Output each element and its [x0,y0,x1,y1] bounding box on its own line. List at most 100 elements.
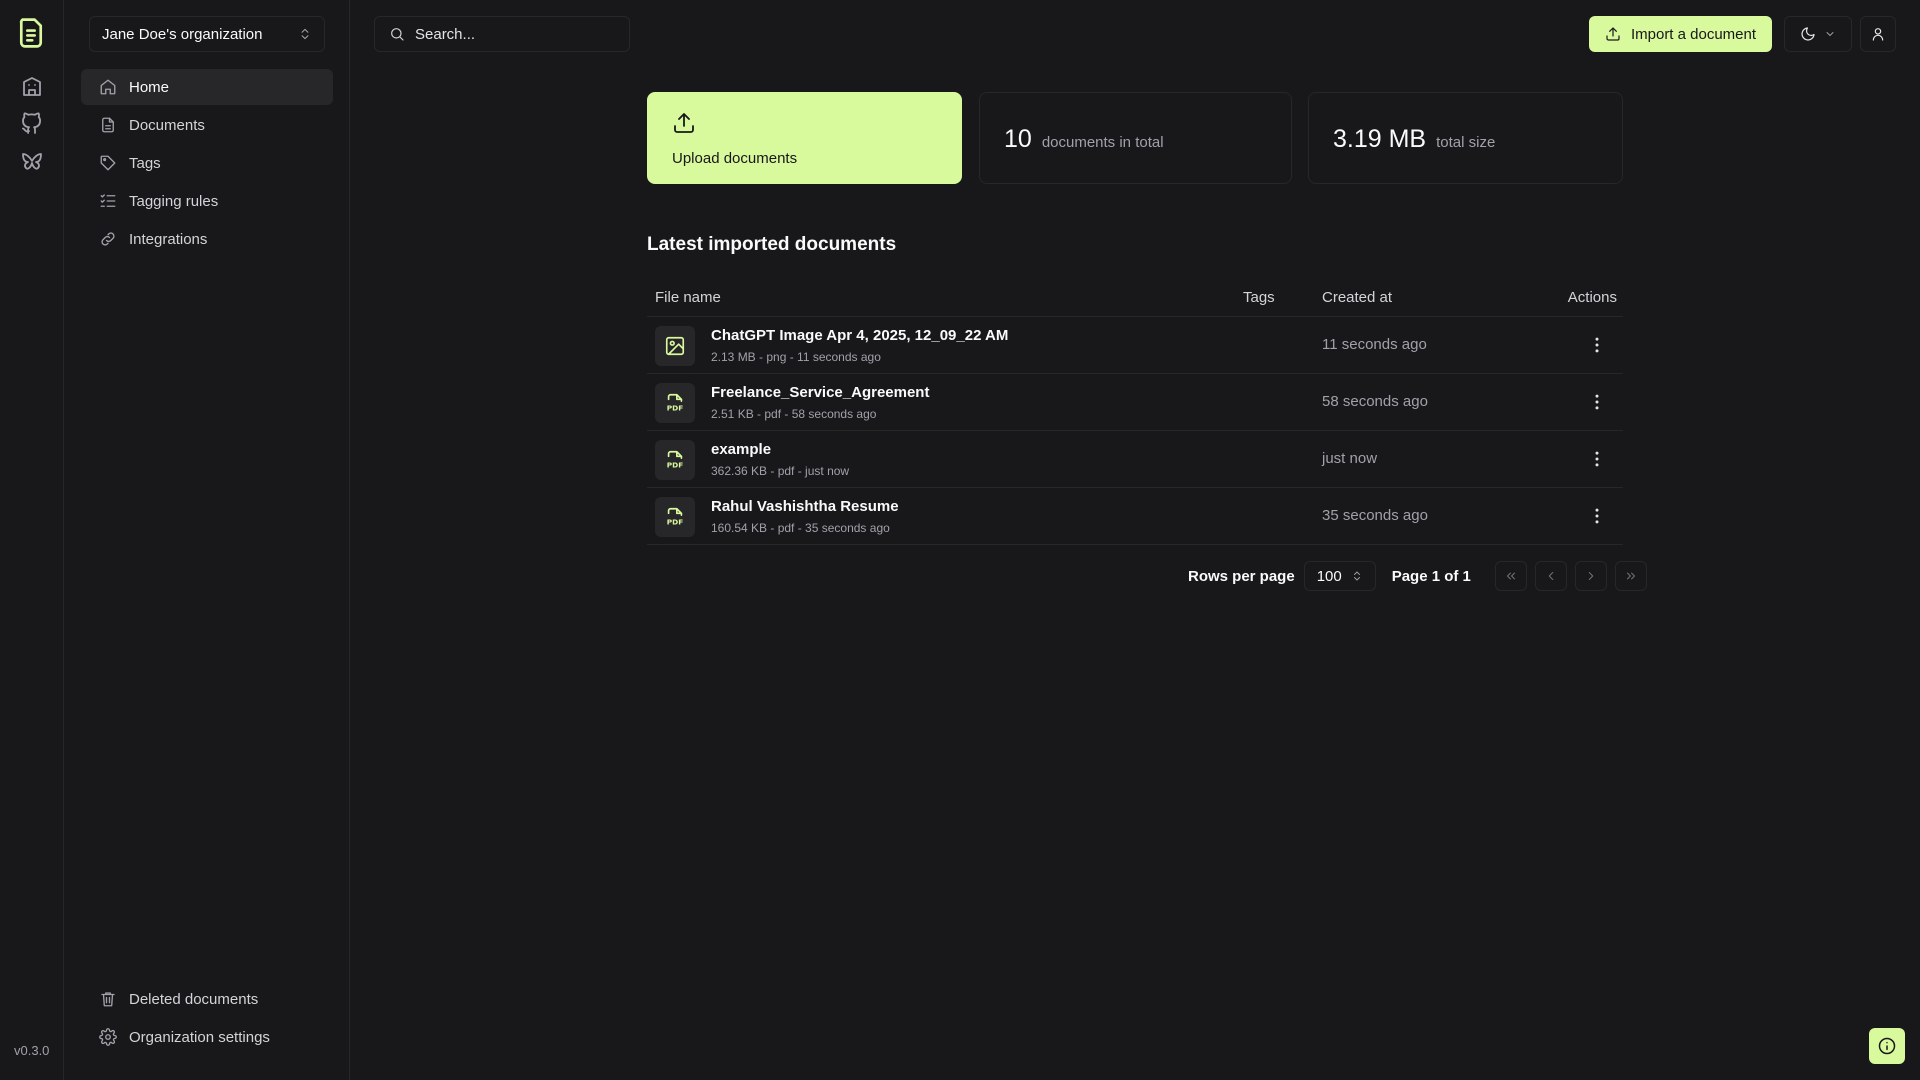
more-vertical-icon[interactable] [1587,392,1607,412]
sidebar-item-home[interactable]: Home [81,69,333,105]
column-tags: Tags [1243,289,1275,306]
version-label: v0.3.0 [14,1043,50,1058]
total-size-card: 3.19 MB total size [1308,92,1623,184]
total-size-label: total size [1436,134,1496,151]
chevrons-left-icon [1506,572,1515,580]
search-input[interactable] [415,25,605,43]
chevrons-up-down-icon [1353,571,1360,581]
sidebar-item-tags[interactable]: Tags [81,145,333,181]
app-logo-icon[interactable] [16,16,46,50]
more-vertical-icon[interactable] [1587,335,1607,355]
upload-icon [1606,27,1620,41]
github-icon[interactable] [20,112,44,136]
butterfly-icon[interactable] [20,150,44,174]
column-file-name: File name [655,289,721,306]
rows-per-page-select[interactable]: 100 [1303,561,1376,591]
sidebar-item-label: Tags [129,154,161,172]
svg-text:PDF: PDF [667,517,683,526]
document-name[interactable]: Freelance_Service_Agreement [711,384,929,401]
more-vertical-icon[interactable] [1587,449,1607,469]
link-icon [101,232,115,246]
organization-name: Jane Doe's organization [102,25,263,43]
user-icon [1872,28,1884,41]
previous-page-button[interactable] [1534,561,1567,591]
more-vertical-icon[interactable] [1587,506,1607,526]
upload-documents-card[interactable]: Upload documents [647,92,962,184]
table-header: File name Tags Created at Actions [647,279,1623,317]
import-document-button[interactable]: Import a document [1589,16,1772,52]
last-page-button[interactable] [1614,561,1647,591]
sidebar-item-label: Tagging rules [129,192,219,210]
table-row[interactable]: ChatGPT Image Apr 4, 2025, 12_09_22 AM 2… [647,317,1623,374]
page-indicator: Page 1 of 1 [1391,567,1471,585]
pdf-file-icon: PDF [655,383,695,423]
table-row[interactable]: PDF example 362.36 KB - pdf - just now j… [647,431,1623,488]
sidebar-item-label: Deleted documents [129,990,259,1008]
latest-documents-table: File name Tags Created at Actions ChatGP… [647,279,1623,545]
document-meta: 362.36 KB - pdf - just now [711,464,850,478]
documents-count-label: documents in total [1041,134,1164,151]
chevron-left-icon [1548,571,1554,581]
document-name[interactable]: example [711,441,771,458]
chevron-right-icon [1588,571,1594,581]
gear-icon [99,1028,117,1046]
import-document-label: Import a document [1630,25,1757,43]
sidebar-item-label: Documents [129,116,205,134]
info-icon [1878,1037,1896,1055]
list-check-icon [100,194,116,207]
first-page-button[interactable] [1494,561,1527,591]
upload-documents-label: Upload documents [672,150,798,167]
sidebar-item-organization-settings[interactable]: Organization settings [81,1019,333,1055]
document-meta: 160.54 KB - pdf - 35 seconds ago [711,521,890,535]
chevron-down-icon [1826,32,1834,36]
sidebar-item-tagging-rules[interactable]: Tagging rules [81,183,333,219]
document-created-at: just now [1322,450,1378,467]
sidebar-item-label: Organization settings [129,1028,270,1046]
total-size: 3.19 MB [1333,125,1427,153]
document-meta: 2.13 MB - png - 11 seconds ago [711,350,881,364]
section-title: Latest imported documents [647,234,897,255]
trash-icon [101,992,115,1007]
theme-toggle-button[interactable] [1784,16,1852,52]
chevrons-right-icon [1626,572,1635,580]
document-name[interactable]: Rahul Vashishtha Resume [711,498,899,515]
sidebar-nav: Home Documents Tags Tagging rules Integr… [81,69,333,259]
document-created-at: 58 seconds ago [1322,393,1428,410]
pdf-file-icon: PDF [655,497,695,537]
table-row[interactable]: PDF Rahul Vashishtha Resume 160.54 KB - … [647,488,1623,545]
pdf-file-icon: PDF [655,440,695,480]
sidebar-item-documents[interactable]: Documents [81,107,333,143]
chevrons-up-down-icon [301,28,309,40]
document-created-at: 35 seconds ago [1322,507,1428,524]
sidebar-item-integrations[interactable]: Integrations [81,221,333,257]
tag-icon [100,155,116,171]
user-menu-button[interactable] [1860,16,1896,52]
upload-icon [674,113,694,133]
documents-count-card: 10 documents in total [979,92,1292,184]
building-icon[interactable] [20,74,44,98]
sidebar-item-label: Integrations [129,230,208,248]
sidebar-item-deleted-documents[interactable]: Deleted documents [81,981,333,1017]
column-actions: Actions [1567,289,1617,306]
svg-text:PDF: PDF [667,403,683,412]
moon-icon [1801,27,1815,41]
organization-selector[interactable]: Jane Doe's organization [89,16,325,52]
rows-per-page-label: Rows per page [1188,567,1295,585]
search-box[interactable] [374,16,630,52]
document-meta: 2.51 KB - pdf - 58 seconds ago [711,407,877,421]
home-icon [100,79,116,95]
icon-rail: v0.3.0 [0,0,64,1080]
file-icon [102,117,114,133]
search-icon [391,28,404,41]
table-row[interactable]: PDF Freelance_Service_Agreement 2.51 KB … [647,374,1623,431]
next-page-button[interactable] [1574,561,1607,591]
sidebar-bottom-nav: Deleted documents Organization settings [81,981,333,1057]
pagination: Rows per page 100 Page 1 of 1 [1188,561,1647,591]
documents-count: 10 [1004,125,1032,153]
column-created-at: Created at [1322,289,1393,306]
document-name[interactable]: ChatGPT Image Apr 4, 2025, 12_09_22 AM [711,327,1008,344]
info-button[interactable] [1869,1028,1905,1064]
svg-text:PDF: PDF [667,460,683,469]
sidebar-item-label: Home [129,78,170,96]
image-file-icon [655,326,695,366]
